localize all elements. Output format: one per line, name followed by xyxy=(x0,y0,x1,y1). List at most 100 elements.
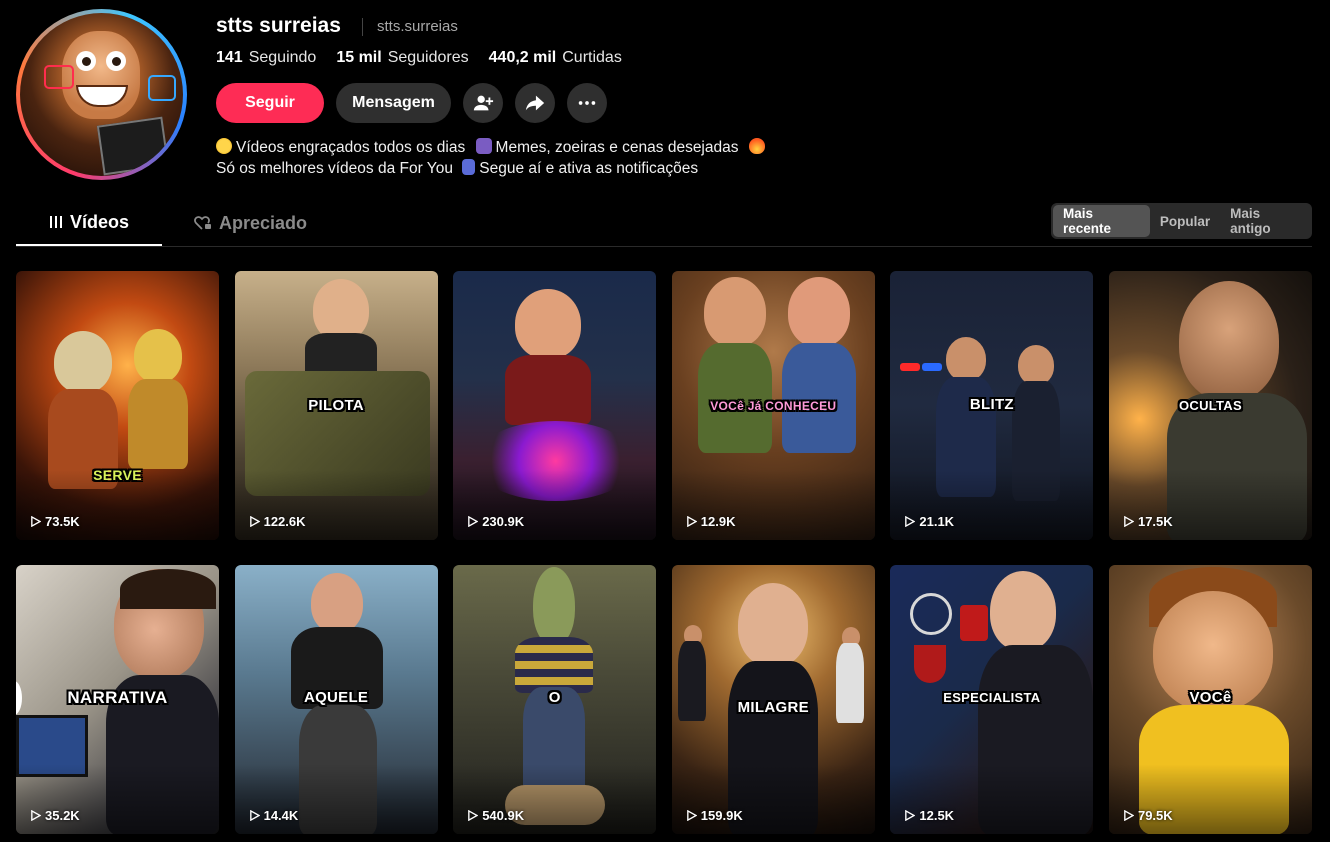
video-caption: BLITZ xyxy=(969,396,1014,413)
tab-label: Apreciado xyxy=(219,212,308,233)
heart-lock-icon xyxy=(194,215,212,231)
tab-videos[interactable]: Vídeos xyxy=(16,200,162,246)
stat-followers[interactable]: 15 mil Seguidores xyxy=(336,49,468,67)
profile-handle: stts.surreias xyxy=(377,18,458,35)
grinning-emoji-icon xyxy=(216,138,232,154)
video-card[interactable]: NARRATIVA 35.2K xyxy=(16,565,219,834)
video-card[interactable]: AQUELE 14.4K xyxy=(234,565,438,834)
stat-label: Seguidores xyxy=(387,49,469,66)
profile-avatar[interactable] xyxy=(16,9,187,180)
views-count: 540.9K xyxy=(482,808,525,823)
video-views: 12.5K xyxy=(904,808,954,823)
video-views: 21.1K xyxy=(904,514,954,529)
stat-label: Curtidas xyxy=(562,49,622,66)
sort-option-oldest[interactable]: Mais antigo xyxy=(1220,205,1310,237)
video-card[interactable]: BLITZ 21.1K xyxy=(890,271,1094,540)
video-card[interactable]: VOCê 79.5K xyxy=(1108,565,1312,834)
grid-icon xyxy=(49,215,63,229)
video-views: 17.5K xyxy=(1123,514,1173,529)
video-caption: PILOTA xyxy=(308,397,364,414)
message-button[interactable]: Mensagem xyxy=(336,83,451,123)
video-views: 12.9K xyxy=(686,514,736,529)
video-caption: ESPECIALISTA xyxy=(943,690,1041,705)
play-icon xyxy=(1124,516,1134,527)
views-count: 12.9K xyxy=(700,514,736,529)
play-icon xyxy=(686,516,697,527)
video-views: 14.4K xyxy=(249,808,299,823)
fire-emoji-icon xyxy=(748,138,765,154)
views-count: 159.9K xyxy=(700,808,743,823)
video-card[interactable]: MILAGRE 159.9K xyxy=(671,565,875,834)
views-count: 12.5K xyxy=(919,808,955,823)
person-add-icon xyxy=(472,92,494,114)
video-views: 35.2K xyxy=(30,808,80,823)
video-caption: SERVE xyxy=(93,467,142,483)
views-count: 79.5K xyxy=(1137,808,1173,823)
phone-emoji-icon xyxy=(462,159,476,175)
video-card[interactable]: O 540.9K xyxy=(453,565,657,834)
video-card[interactable]: PILOTA 122.6K xyxy=(234,271,438,540)
views-count: 17.5K xyxy=(1137,514,1173,529)
video-card[interactable]: VOCê Já CONHECEU 12.9K xyxy=(671,271,875,540)
bio-text: Só os melhores vídeos da For You xyxy=(216,160,453,177)
views-count: 21.1K xyxy=(919,514,955,529)
more-dots-icon xyxy=(576,92,598,114)
play-icon xyxy=(905,810,916,821)
stat-following[interactable]: 141 Seguindo xyxy=(216,49,316,67)
sort-option-recent[interactable]: Mais recente xyxy=(1053,205,1150,237)
video-caption: VOCê Já CONHECEU xyxy=(710,399,837,413)
stat-label: Seguindo xyxy=(248,49,317,66)
stat-value: 15 mil xyxy=(336,49,382,66)
share-arrow-icon xyxy=(524,92,546,114)
tab-label: Vídeos xyxy=(69,211,130,232)
views-count: 230.9K xyxy=(482,514,525,529)
video-grid: SERVE 73.5K PILOTA 122.6K 230.9K VOCê Já… xyxy=(16,271,1312,834)
video-card[interactable]: 230.9K xyxy=(453,271,657,540)
video-views: 540.9K xyxy=(467,808,524,823)
share-button[interactable] xyxy=(515,83,555,123)
play-icon xyxy=(905,516,916,527)
video-views: 79.5K xyxy=(1123,808,1173,823)
play-icon xyxy=(31,516,41,527)
tab-liked[interactable]: Apreciado xyxy=(194,200,307,246)
bio-text: Memes, zoeiras e cenas desejadas xyxy=(495,139,739,156)
youtube-icon xyxy=(44,65,74,89)
play-icon xyxy=(31,810,41,821)
video-card[interactable]: ESPECIALISTA 12.5K xyxy=(890,565,1094,834)
play-icon xyxy=(249,516,260,527)
profile-stats: 141 Seguindo 15 mil Seguidores 440,2 mil Cu… xyxy=(216,49,622,67)
clapperboard-icon xyxy=(96,116,170,176)
bio-line: Só os melhores vídeos da For You Segue a… xyxy=(216,158,769,179)
avatar-image xyxy=(20,13,183,176)
views-count: 14.4K xyxy=(263,808,299,823)
add-friend-button[interactable] xyxy=(463,83,503,123)
video-caption: AQUELE xyxy=(303,689,369,706)
stat-value: 440,2 mil xyxy=(488,49,557,66)
more-options-button[interactable] xyxy=(567,83,607,123)
video-card[interactable]: OCULTAS 17.5K xyxy=(1108,271,1312,540)
clapper-emoji-icon xyxy=(475,138,492,154)
views-count: 35.2K xyxy=(45,808,80,823)
video-views: 159.9K xyxy=(686,808,743,823)
bio-line: Vídeos engraçados todos os dias Memes, z… xyxy=(216,137,769,158)
bio-text: Vídeos engraçados todos os dias xyxy=(236,139,466,156)
follow-button[interactable]: Seguir xyxy=(216,83,324,123)
name-divider xyxy=(362,18,363,36)
sort-option-popular[interactable]: Popular xyxy=(1150,205,1220,237)
stat-likes: 440,2 mil Curtidas xyxy=(489,49,622,67)
video-card[interactable]: SERVE 73.5K xyxy=(16,271,219,540)
video-views: 230.9K xyxy=(467,514,524,529)
play-icon xyxy=(468,810,479,821)
play-icon xyxy=(249,810,260,821)
reels-icon xyxy=(148,75,176,101)
play-icon xyxy=(1124,810,1134,821)
video-views: 73.5K xyxy=(30,514,80,529)
play-icon xyxy=(468,516,479,527)
views-count: 73.5K xyxy=(45,514,80,529)
stat-value: 141 xyxy=(216,49,243,66)
video-caption: OCULTAS xyxy=(1178,398,1242,413)
sort-selector: Mais recente Popular Mais antigo xyxy=(1051,203,1312,239)
video-caption: NARRATIVA xyxy=(67,688,168,707)
video-caption: MILAGRE xyxy=(737,699,809,716)
video-caption: VOCê xyxy=(1189,689,1232,706)
